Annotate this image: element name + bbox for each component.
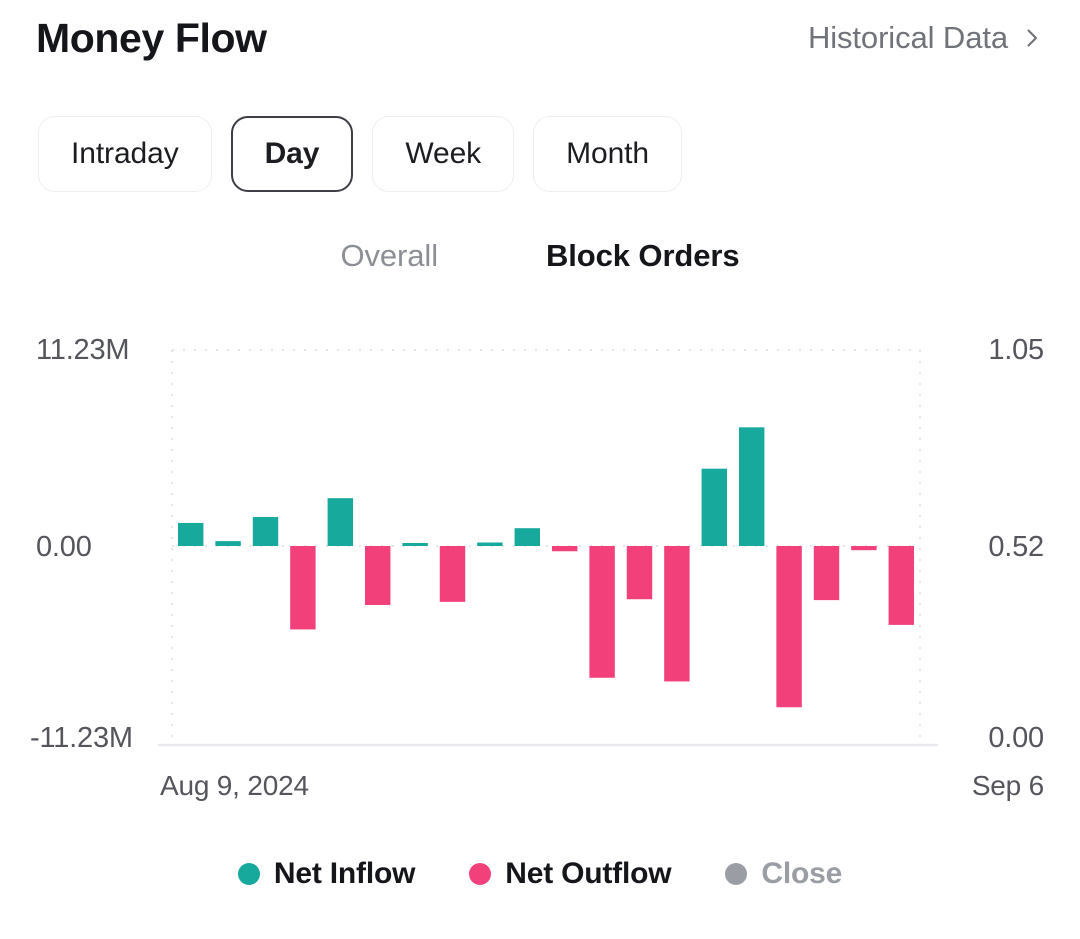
period-selector: Intraday Day Week Month bbox=[38, 116, 682, 192]
chart-bar bbox=[701, 468, 728, 546]
period-button-intraday[interactable]: Intraday bbox=[38, 116, 212, 192]
chart-bar bbox=[402, 543, 428, 546]
legend-label-close: Close bbox=[761, 857, 843, 890]
chart-bar bbox=[813, 546, 840, 601]
chart-bar bbox=[888, 546, 915, 625]
chart-bar bbox=[290, 546, 316, 630]
sub-tab-bar: Overall Block Orders bbox=[0, 238, 1080, 274]
chart-bar bbox=[589, 546, 615, 678]
money-flow-card: Money Flow Historical Data Intraday Day … bbox=[0, 0, 1080, 939]
period-button-week[interactable]: Week bbox=[372, 116, 515, 192]
chart-bar bbox=[327, 498, 354, 546]
legend-dot-inflow-icon bbox=[237, 863, 260, 885]
historical-data-label: Historical Data bbox=[807, 20, 1008, 55]
legend-label-net-outflow: Net Outflow bbox=[505, 857, 672, 890]
chart-bar bbox=[626, 546, 653, 600]
chart-bar bbox=[738, 427, 765, 546]
chart-bar bbox=[851, 546, 877, 551]
chart-bar bbox=[514, 528, 541, 546]
period-button-day[interactable]: Day bbox=[230, 116, 354, 192]
historical-data-link[interactable]: Historical Data bbox=[808, 20, 1042, 56]
tab-overall[interactable]: Overall bbox=[341, 238, 439, 274]
legend-dot-outflow-icon bbox=[469, 863, 492, 885]
chart-bar bbox=[439, 546, 466, 602]
money-flow-chart[interactable] bbox=[0, 330, 1080, 810]
legend-item-net-outflow[interactable]: Net Outflow bbox=[469, 857, 672, 891]
period-button-month[interactable]: Month bbox=[533, 116, 682, 192]
chart-legend: Net Inflow Net Outflow Close bbox=[0, 857, 1080, 891]
chart-bar bbox=[215, 541, 241, 546]
legend-item-net-inflow[interactable]: Net Inflow bbox=[237, 857, 416, 891]
page-title: Money Flow bbox=[36, 14, 267, 61]
legend-dot-close-icon bbox=[725, 863, 748, 885]
chart-bar bbox=[252, 517, 279, 546]
chevron-right-icon bbox=[1022, 28, 1042, 48]
legend-item-close[interactable]: Close bbox=[725, 857, 842, 891]
chart-bar bbox=[664, 546, 690, 682]
tab-block-orders[interactable]: Block Orders bbox=[546, 238, 740, 274]
legend-label-net-inflow: Net Inflow bbox=[273, 857, 416, 890]
chart-bar bbox=[364, 546, 391, 605]
chart-bar bbox=[177, 522, 204, 546]
card-header: Money Flow Historical Data bbox=[0, 0, 1080, 76]
chart-bar bbox=[477, 542, 503, 546]
chart-bar bbox=[776, 546, 802, 708]
chart-bar bbox=[551, 546, 578, 552]
